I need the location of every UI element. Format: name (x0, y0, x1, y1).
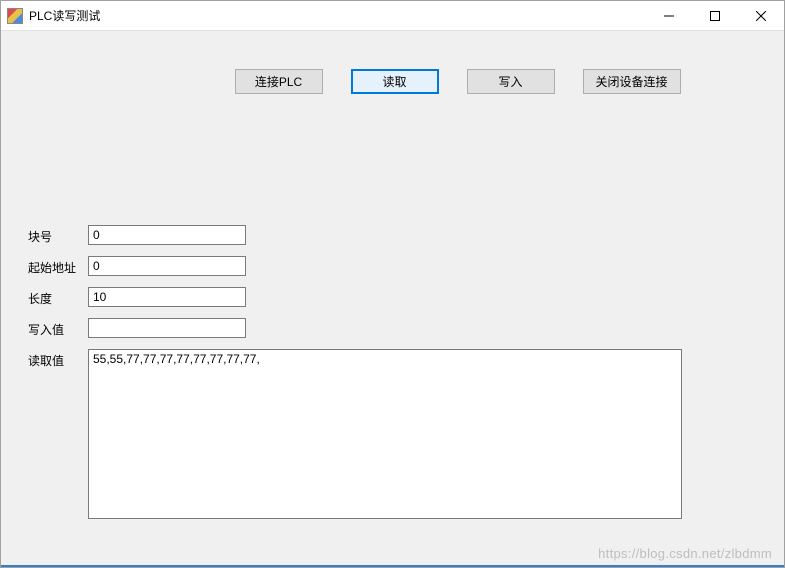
minimize-button[interactable] (646, 1, 692, 30)
client-area: 连接PLC 读取 写入 关闭设备连接 块号 起始地址 长度 写入值 (1, 31, 784, 567)
length-row: 长度 (28, 287, 754, 307)
start-addr-input[interactable] (88, 256, 246, 276)
close-button[interactable] (738, 1, 784, 30)
start-addr-row: 起始地址 (28, 256, 754, 276)
window-controls (646, 1, 784, 30)
window-title: PLC读写测试 (29, 7, 100, 24)
titlebar: PLC读写测试 (1, 1, 784, 31)
app-window: PLC读写测试 连接PLC 读取 写入 关闭设备连接 块号 (0, 0, 785, 568)
read-value-row: 读取值 (28, 349, 754, 519)
write-value-input[interactable] (88, 318, 246, 338)
write-value-label: 写入值 (28, 318, 88, 338)
toolbar: 连接PLC 读取 写入 关闭设备连接 (1, 69, 784, 94)
form-area: 块号 起始地址 长度 写入值 读取值 (28, 225, 754, 530)
length-label: 长度 (28, 287, 88, 307)
block-input[interactable] (88, 225, 246, 245)
connect-plc-button[interactable]: 连接PLC (235, 69, 323, 94)
start-addr-label: 起始地址 (28, 256, 88, 276)
block-label: 块号 (28, 225, 88, 245)
length-input[interactable] (88, 287, 246, 307)
app-icon (7, 8, 23, 24)
write-value-row: 写入值 (28, 318, 754, 338)
maximize-icon (710, 11, 720, 21)
footer-line (1, 565, 784, 567)
maximize-button[interactable] (692, 1, 738, 30)
read-value-label: 读取值 (28, 349, 88, 369)
read-button[interactable]: 读取 (351, 69, 439, 94)
minimize-icon (664, 11, 674, 21)
watermark: https://blog.csdn.net/zlbdmm (598, 546, 772, 561)
block-row: 块号 (28, 225, 754, 245)
close-device-button[interactable]: 关闭设备连接 (583, 69, 681, 94)
read-value-output[interactable] (88, 349, 682, 519)
close-icon (756, 11, 766, 21)
write-button[interactable]: 写入 (467, 69, 555, 94)
